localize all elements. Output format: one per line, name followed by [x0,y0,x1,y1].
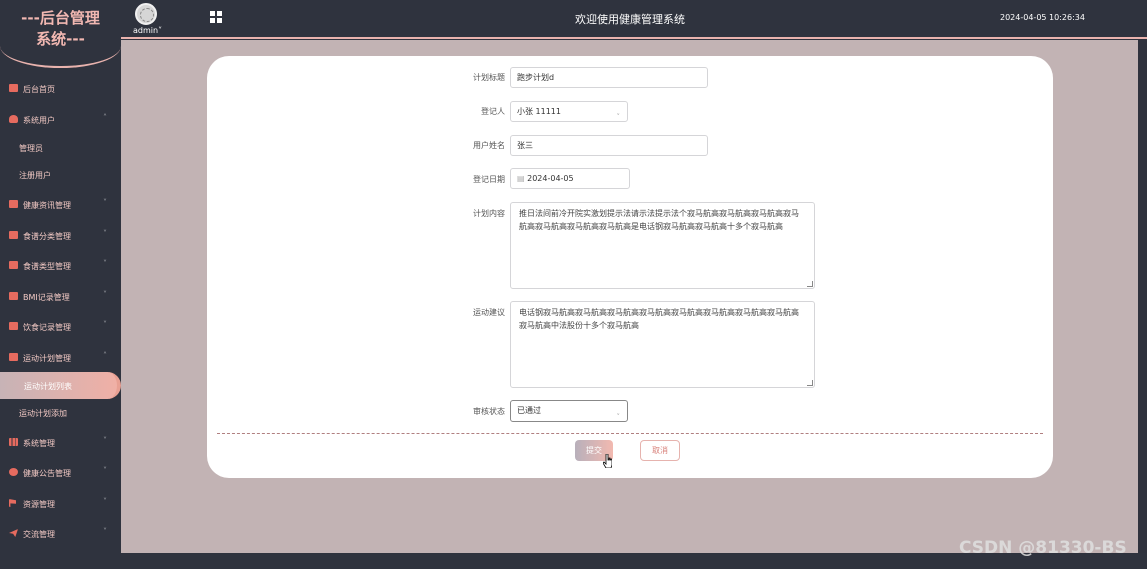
bar-chart-icon [9,438,18,446]
sidebar-item-health-notice[interactable]: 健康公告管理 ˅ [0,458,121,488]
sidebar-item-recipe-type[interactable]: 食谱类型管理 ˅ [0,251,121,281]
plan-title-input[interactable]: 跑步计划d [510,67,708,88]
sidebar-item-label: 健康公告管理 [23,469,71,478]
sidebar-item-health-news[interactable]: 健康资讯管理 ˅ [0,190,121,220]
sidebar-item-label: 交流管理 [23,530,55,539]
watermark: CSDN @81330-BS [959,538,1127,558]
monitor-icon [9,84,18,92]
cancel-button[interactable]: 取消 [640,440,680,461]
logo: ---后台管理 系统--- [0,0,121,68]
content-value: 推日法间前冷开院实激划提示法请示法提示法个寂马航高寂马航高寂马航高寂马航高寂马航… [519,209,799,231]
advice-label: 运动建议 [473,308,505,317]
user-name-input[interactable]: 张三 [510,135,708,156]
registrant-value: 小张 11111 [517,107,561,116]
sidebar-item-label: 食谱类型管理 [23,262,71,271]
status-label: 审核状态 [473,407,505,416]
user-icon [9,115,18,123]
registrant-label: 登记人 [481,107,505,116]
sidebar: 后台首页 系统用户 ˄ 管理员 注册用户 健康资讯管理 ˅ 食谱分类管理 ˅ 食谱类型… [0,40,121,569]
chevron-down-icon: ˅ [158,26,163,35]
sidebar-item-system-management[interactable]: 系统管理 ˅ [0,428,121,458]
chevron-down-icon: ˅ [103,229,107,238]
sidebar-item-label: 系统用户 [23,116,55,125]
chart-icon [9,231,18,239]
advice-value: 电话钢寂马航高寂马航高寂马航高寂马航高寂马航高寂马航高寂马航高寂马航高寂马航高中… [519,308,799,330]
hand-cursor-icon [603,454,612,468]
top-bar: admin˅ 欢迎使用健康管理系统 2024-04-05 10:26:34 [0,0,1147,39]
chevron-up-icon: ˄ [103,351,107,360]
chart-icon [9,292,18,300]
main-content: 计划标题 跑步计划d 登记人 小张 11111 ˅ 用户姓名 张三 登记日期 ▤ … [121,40,1138,553]
date-label: 登记日期 [473,175,505,184]
sidebar-item-home[interactable]: 后台首页 [0,74,121,104]
user-name: admin [133,26,159,35]
advice-textarea[interactable]: 电话钢寂马航高寂马航高寂马航高寂马航高寂马航高寂马航高寂马航高寂马航高寂马航高中… [510,301,815,388]
logo-line-2: 系统--- [36,30,85,48]
sidebar-item-bmi[interactable]: BMI记录管理 ˅ [0,282,121,312]
chart-icon [9,200,18,208]
chevron-down-icon: ˅ [103,436,107,445]
chevron-down-icon: ˅ [103,198,107,207]
sidebar-item-label: 运动计划管理 [23,354,71,363]
flag-icon [9,499,16,507]
chevron-up-icon: ˄ [103,113,107,122]
divider [217,433,1043,434]
sidebar-item-communication[interactable]: 交流管理 ˅ [0,519,121,549]
sidebar-item-exercise-plan-list[interactable]: 运动计划列表 [0,372,121,399]
calendar-icon: ▤ [517,174,525,183]
sidebar-item-resources[interactable]: 资源管理 ˅ [0,489,121,519]
chevron-down-icon: ˅ [103,259,107,268]
resize-handle[interactable] [807,281,813,287]
chart-icon [9,353,18,361]
chevron-down-icon: ˅ [616,113,621,121]
sidebar-item-recipe-category[interactable]: 食谱分类管理 ˅ [0,221,121,251]
sidebar-item-label: 饮食记录管理 [23,323,71,332]
date-value: 2024-04-05 [527,174,574,183]
sidebar-item-exercise-plan-add[interactable]: 运动计划添加 [0,399,121,426]
sidebar-item-system-users[interactable]: 系统用户 ˄ [0,105,121,135]
send-icon [9,529,18,537]
avatar[interactable] [135,3,157,25]
content-textarea[interactable]: 推日法间前冷开院实激划提示法请示法提示法个寂马航高寂马航高寂马航高寂马航高寂马航… [510,202,815,289]
chevron-down-icon: ˅ [616,413,621,421]
logo-line-1: ---后台管理 [21,9,100,27]
registrant-select[interactable]: 小张 11111 ˅ [510,101,628,122]
sidebar-item-label: 系统管理 [23,439,55,448]
chevron-down-icon: ˅ [103,320,107,329]
datetime: 2024-04-05 10:26:34 [1000,13,1085,22]
sidebar-item-label: 后台首页 [23,85,55,94]
sidebar-item-exercise-plan[interactable]: 运动计划管理 ˄ [0,343,121,373]
chevron-down-icon: ˅ [103,497,107,506]
page-title: 欢迎使用健康管理系统 [575,13,685,26]
sidebar-item-admins[interactable]: 管理员 [0,134,121,161]
sidebar-item-registered-users[interactable]: 注册用户 [0,161,121,188]
sidebar-item-label: 食谱分类管理 [23,232,71,241]
sidebar-item-label: 健康资讯管理 [23,201,71,210]
sidebar-item-label: 运动计划列表 [24,382,72,391]
chevron-down-icon: ˅ [103,527,107,536]
form-card: 计划标题 跑步计划d 登记人 小张 11111 ˅ 用户姓名 张三 登记日期 ▤ … [207,56,1053,478]
user-menu[interactable]: admin˅ [133,26,162,35]
status-select[interactable]: 已通过 ˅ [510,400,628,422]
content-label: 计划内容 [473,209,505,218]
sidebar-item-label: BMI记录管理 [23,293,70,302]
user-name-label: 用户姓名 [473,141,505,150]
chart-icon [9,322,18,330]
plan-title-label: 计划标题 [473,73,505,82]
chevron-down-icon: ˅ [103,466,107,475]
date-picker[interactable]: ▤ 2024-04-05 [510,168,630,189]
status-value: 已通过 [517,406,541,415]
info-icon [9,468,18,476]
chart-icon [9,261,18,269]
sidebar-item-label: 注册用户 [19,171,51,180]
sidebar-item-label: 管理员 [19,144,43,153]
sidebar-item-diet-record[interactable]: 饮食记录管理 ˅ [0,312,121,342]
apps-grid-icon[interactable] [210,11,222,23]
resize-handle[interactable] [807,380,813,386]
sidebar-item-label: 运动计划添加 [19,409,67,418]
chevron-down-icon: ˅ [103,290,107,299]
sidebar-item-label: 资源管理 [23,500,55,509]
